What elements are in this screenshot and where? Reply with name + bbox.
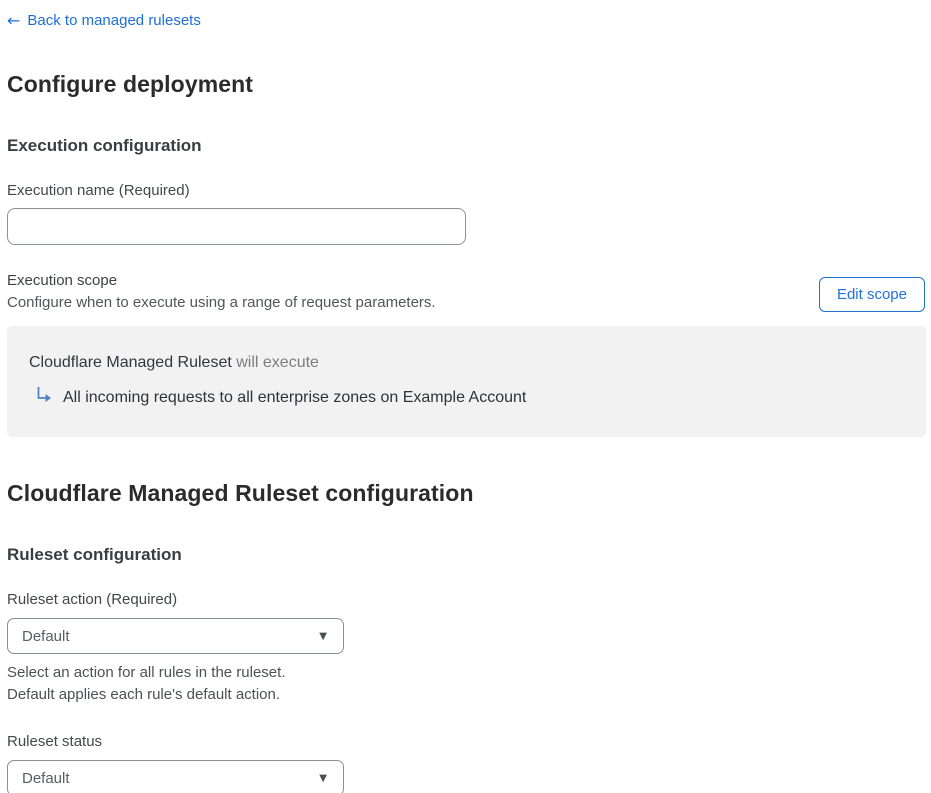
scope-summary-detail-row: All incoming requests to all enterprise … (29, 387, 904, 407)
execution-name-label: Execution name (Required) (7, 182, 190, 199)
scope-summary-box: Cloudflare Managed Ruleset will execute … (7, 326, 926, 437)
scope-summary-detail: All incoming requests to all enterprise … (63, 389, 527, 406)
scope-summary-headline: Cloudflare Managed Ruleset will execute (29, 353, 904, 372)
scope-summary-suffix: will execute (231, 354, 319, 371)
ruleset-action-value: Default (22, 627, 70, 645)
execution-name-input[interactable] (7, 208, 466, 245)
ruleset-status-label: Ruleset status (7, 733, 103, 750)
edit-scope-button[interactable]: Edit scope (818, 277, 925, 312)
ruleset-action-label: Ruleset action (Required) (7, 591, 178, 608)
back-arrow-icon: ← (7, 11, 21, 30)
ruleset-configuration-subheading: Ruleset configuration (7, 545, 182, 564)
back-to-managed-rulesets-link[interactable]: ← Back to managed rulesets (7, 12, 201, 30)
chevron-down-icon: ▼ (319, 772, 327, 784)
ruleset-configuration-title: Cloudflare Managed Ruleset configuration (7, 480, 474, 506)
ruleset-status-value: Default (22, 769, 70, 787)
execution-scope-row: Execution scope Configure when to execut… (7, 271, 925, 313)
execution-scope-text: Execution scope Configure when to execut… (7, 271, 436, 313)
branch-arrow-icon (37, 387, 51, 402)
ruleset-action-help-line-1: Select an action for all rules in the ru… (7, 664, 286, 681)
back-link-label: Back to managed rulesets (27, 12, 201, 29)
execution-configuration-heading: Execution configuration (7, 136, 202, 155)
ruleset-action-help-line-2: Default applies each rule's default acti… (7, 686, 281, 703)
chevron-down-icon: ▼ (319, 630, 327, 642)
ruleset-action-help: Select an action for all rules in the ru… (7, 662, 925, 706)
ruleset-action-select[interactable]: Default ▼ (7, 618, 344, 654)
execution-scope-description: Configure when to execute using a range … (7, 294, 436, 311)
page-title: Configure deployment (7, 71, 254, 97)
scope-summary-ruleset-name: Cloudflare Managed Ruleset (29, 354, 232, 371)
ruleset-status-select[interactable]: Default ▼ (7, 760, 344, 793)
execution-scope-label: Execution scope (7, 272, 118, 289)
